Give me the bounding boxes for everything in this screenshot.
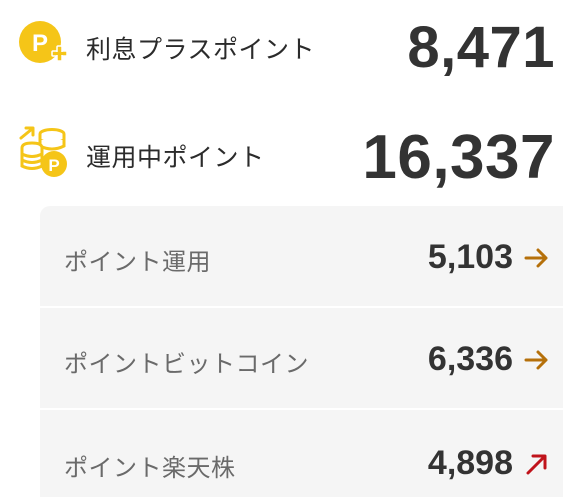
coin-p-plus-icon: P [18, 18, 70, 70]
breakdown-panel: ポイント運用 5,103 ポイントビットコイン 6,336 ポイント楽天株 4,… [40, 206, 563, 497]
interest-plus-value: 8,471 [407, 15, 555, 80]
breakdown-row-point-rakuten-stock[interactable]: ポイント楽天株 4,898 [40, 410, 563, 497]
svg-text:P: P [32, 30, 48, 57]
breakdown-label: ポイント楽天株 [64, 454, 236, 482]
breakdown-value: 5,103 [427, 238, 513, 276]
breakdown-row-point-operation[interactable]: ポイント運用 5,103 [40, 206, 563, 306]
coin-stack-p-icon: P [18, 126, 70, 178]
breakdown-label: ポイント運用 [64, 248, 211, 276]
breakdown-row-point-bitcoin[interactable]: ポイントビットコイン 6,336 [40, 308, 563, 408]
right-arrow-icon [523, 244, 551, 272]
breakdown-value: 6,336 [427, 340, 513, 378]
in-operation-value: 16,337 [362, 123, 555, 192]
in-operation-label: 運用中ポイント [86, 143, 265, 172]
in-operation-row: P 運用中ポイント 16,337 [0, 108, 563, 203]
breakdown-value: 4,898 [427, 444, 513, 482]
breakdown-label: ポイントビットコイン [64, 350, 309, 378]
interest-plus-row: P 利息プラスポイント 8,471 [0, 0, 563, 95]
right-arrow-icon [523, 346, 551, 374]
up-right-arrow-icon [523, 450, 551, 478]
svg-text:P: P [48, 156, 59, 175]
interest-plus-label: 利息プラスポイント [86, 35, 316, 64]
